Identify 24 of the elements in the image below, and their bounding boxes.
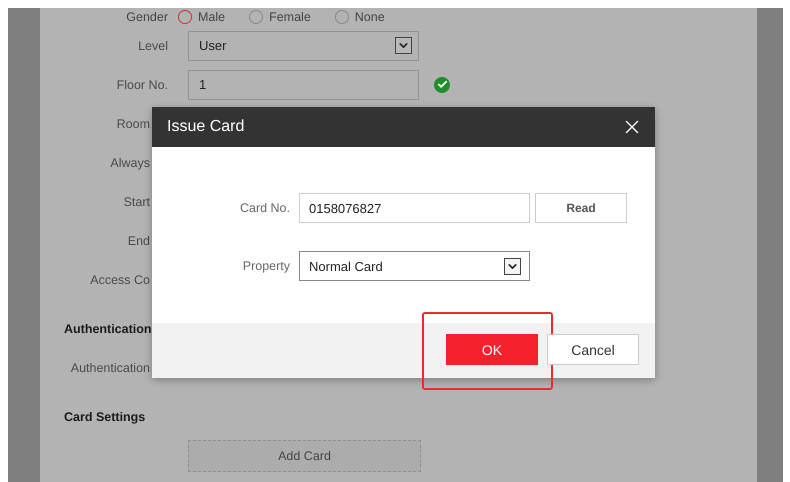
section-heading: Card Settings xyxy=(63,410,146,424)
field-label: Always xyxy=(109,156,151,170)
field-label: Card No. xyxy=(238,201,290,215)
read-button[interactable]: Read xyxy=(535,193,627,223)
radio-option[interactable]: None xyxy=(334,9,385,25)
input-field[interactable]: 0158076827 xyxy=(299,193,530,223)
radio-option[interactable]: Female xyxy=(249,9,311,25)
dialog-title: Issue Card xyxy=(167,118,244,136)
field-label: Property xyxy=(242,259,290,273)
property-select[interactable]: Normal Card xyxy=(299,251,530,281)
field-label: Access Co xyxy=(89,272,151,286)
field-label: Level xyxy=(137,38,169,52)
field-label: Start xyxy=(122,194,151,208)
radio-option[interactable]: Male xyxy=(178,9,226,25)
section-heading: Authentication xyxy=(63,322,152,336)
add-card-button[interactable]: Add Card xyxy=(188,440,421,472)
field-label: Gender xyxy=(125,9,169,25)
field-label: Authentication xyxy=(70,360,151,374)
input-field[interactable]: 1 xyxy=(188,70,419,100)
level-select[interactable]: User xyxy=(188,30,419,60)
field-label: End xyxy=(126,234,151,248)
ok-button[interactable]: OK xyxy=(446,334,538,365)
field-label: Floor No. xyxy=(116,78,169,92)
cancel-button[interactable]: Cancel xyxy=(547,334,639,365)
